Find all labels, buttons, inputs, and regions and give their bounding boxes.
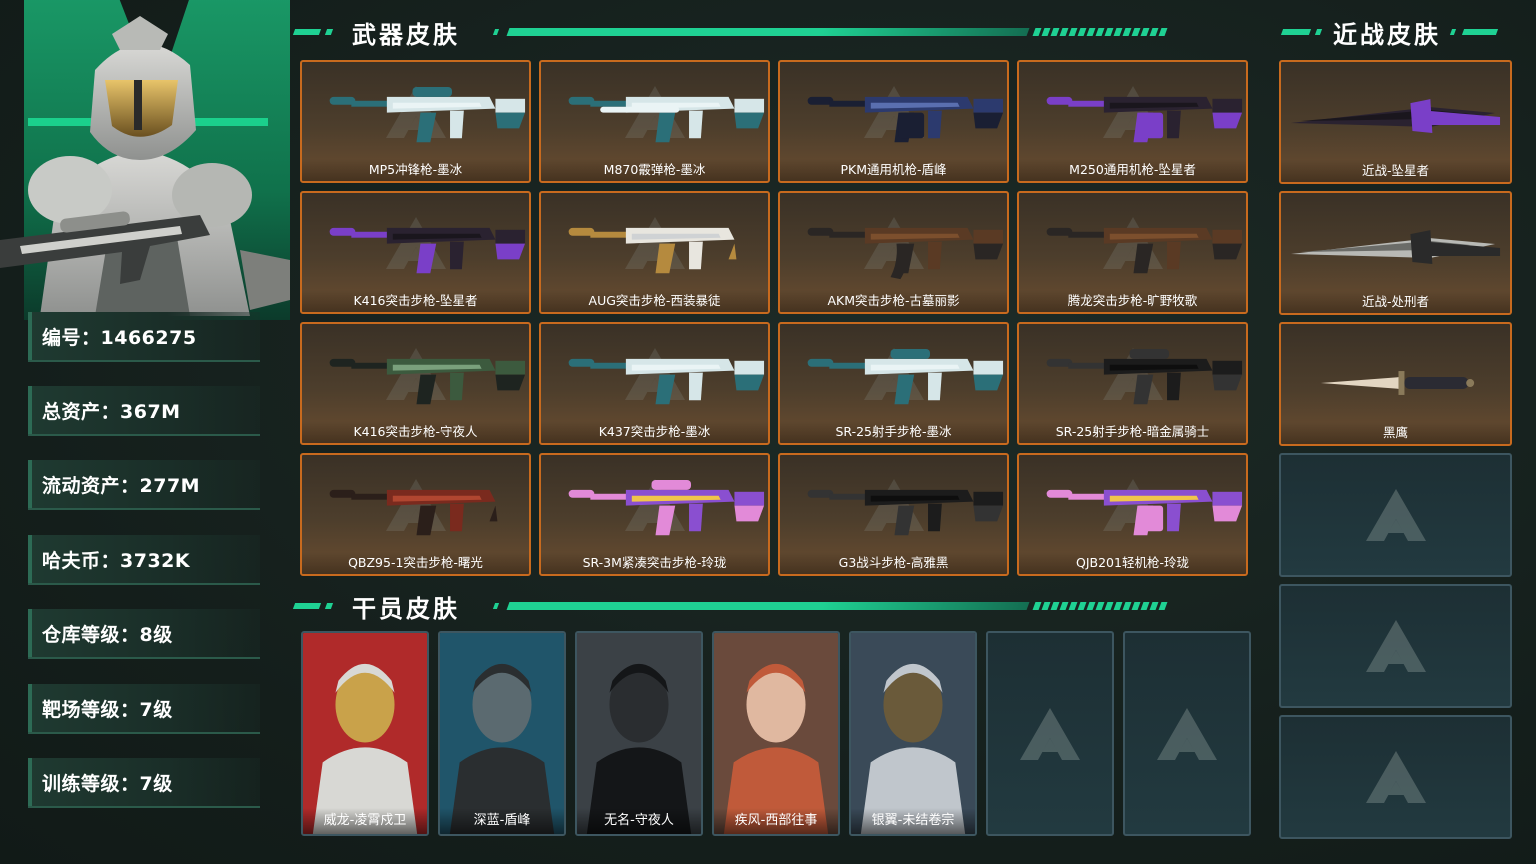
weapon-skin-card[interactable]: K437突击步枪-墨冰: [539, 322, 770, 445]
stat-liquid-assets-text: 流动资产：277M: [42, 474, 201, 497]
operator-portrait-icon: [851, 633, 975, 834]
operators-section-header: 干员皮肤: [292, 588, 1246, 624]
stat-training-level: 训练等级：7级: [28, 758, 260, 808]
operator-portrait-icon: [577, 633, 701, 834]
weapon-skin-card[interactable]: K416突击步枪-守夜人: [300, 322, 531, 445]
melee-skin-card[interactable]: 近战-坠星者: [1279, 60, 1512, 184]
stat-havcoin: 哈夫币：3732K: [28, 535, 260, 585]
header-deco-left: [1280, 29, 1323, 35]
stat-id: 编号：1466275: [28, 312, 260, 362]
operator-portrait-icon: [440, 633, 564, 834]
stat-tick: [28, 758, 32, 806]
weapon-skin-card[interactable]: G3战斗步枪-高雅黑: [778, 453, 1009, 576]
weapon-skin-card[interactable]: QJB201轻机枪-玲珑: [1017, 453, 1248, 576]
delta-logo-watermark-icon: [1157, 707, 1217, 760]
weapon-skin-card[interactable]: 腾龙突击步枪-旷野牧歌: [1017, 191, 1248, 314]
weapon-skin-label: K416突击步枪-守夜人: [302, 421, 529, 443]
stat-tick: [28, 312, 32, 360]
empty-melee-slot: [1279, 453, 1512, 577]
stat-tick: [28, 535, 32, 583]
weapon-skin-card[interactable]: SR-3M紧凑突击步枪-玲珑: [539, 453, 770, 576]
stat-tick: [28, 460, 32, 508]
stat-tick: [28, 684, 32, 732]
weapon-skin-label: MP5冲锋枪-墨冰: [302, 159, 529, 181]
stat-range-level-text: 靶场等级：7级: [42, 698, 173, 721]
weapon-skin-label: M870霰弹枪-墨冰: [541, 159, 768, 181]
weapon-skin-label: M250通用机枪-坠星者: [1019, 159, 1246, 181]
weapon-skin-label: SR-25射手步枪-暗金属骑士: [1019, 421, 1246, 443]
operator-skin-label: 威龙-凌霄戍卫: [303, 808, 427, 834]
stat-havcoin-text: 哈夫币：3732K: [42, 549, 191, 572]
weapon-skin-label: QJB201轻机枪-玲珑: [1019, 552, 1246, 574]
weapon-skin-card[interactable]: AKM突击步枪-古墓丽影: [778, 191, 1009, 314]
weapon-skin-card[interactable]: K416突击步枪-坠星者: [300, 191, 531, 314]
operator-skin-card[interactable]: 银翼-未结卷宗: [849, 631, 977, 836]
weapon-skin-label: SR-3M紧凑突击步枪-玲珑: [541, 552, 768, 574]
weapon-skin-card[interactable]: M250通用机枪-坠星者: [1017, 60, 1248, 183]
empty-melee-slot: [1279, 715, 1512, 839]
melee-skin-card[interactable]: 黑鹰: [1279, 322, 1512, 446]
operator-skin-card[interactable]: 深蓝-盾峰: [438, 631, 566, 836]
operator-avatar-icon: [0, 16, 290, 316]
weapon-skin-label: 腾龙突击步枪-旷野牧歌: [1019, 290, 1246, 312]
stat-training-level-text: 训练等级：7级: [42, 772, 173, 795]
weapon-skin-label: QBZ95-1突击步枪-曙光: [302, 552, 529, 574]
stat-tick: [28, 386, 32, 434]
melee-skin-label: 近战-坠星者: [1281, 160, 1510, 182]
melee-skin-label: 近战-处刑者: [1281, 291, 1510, 313]
operator-portrait-icon: [714, 633, 838, 834]
stat-warehouse-level: 仓库等级：8级: [28, 609, 260, 659]
melee-section-title: 近战皮肤: [1333, 20, 1441, 49]
operator-skin-card[interactable]: 威龙-凌霄戍卫: [301, 631, 429, 836]
delta-logo-watermark-icon: [1365, 489, 1426, 541]
operator-skin-card[interactable]: 无名-守夜人: [575, 631, 703, 836]
weapon-skin-label: AKM突击步枪-古墓丽影: [780, 290, 1007, 312]
operator-skin-card[interactable]: 疾风-西部往事: [712, 631, 840, 836]
weapon-skin-label: AUG突击步枪-西装暴徒: [541, 290, 768, 312]
weapon-skin-label: SR-25射手步枪-墨冰: [780, 421, 1007, 443]
stat-range-level: 靶场等级：7级: [28, 684, 260, 734]
weapon-skin-label: PKM通用机枪-盾峰: [780, 159, 1007, 181]
weapons-section-header: 武器皮肤: [292, 14, 1246, 50]
header-deco-left: [292, 29, 334, 35]
weapon-skin-card[interactable]: PKM通用机枪-盾峰: [778, 60, 1009, 183]
weapon-skin-label: G3战斗步枪-高雅黑: [780, 552, 1007, 574]
weapon-skin-label: K437突击步枪-墨冰: [541, 421, 768, 443]
operator-skin-label: 银翼-未结卷宗: [851, 808, 975, 834]
stat-tick: [28, 609, 32, 657]
weapon-skin-card[interactable]: M870霰弹枪-墨冰: [539, 60, 770, 183]
melee-skin-card[interactable]: 近战-处刑者: [1279, 191, 1512, 315]
header-deco-left: [292, 603, 334, 609]
operator-portrait-icon: [303, 633, 427, 834]
weapon-skin-card[interactable]: MP5冲锋枪-墨冰: [300, 60, 531, 183]
weapon-skin-label: K416突击步枪-坠星者: [302, 290, 529, 312]
weapon-skin-card[interactable]: QBZ95-1突击步枪-曙光: [300, 453, 531, 576]
delta-logo-watermark-icon: [1365, 751, 1426, 803]
stat-id-text: 编号：1466275: [42, 326, 197, 349]
delta-logo-watermark-icon: [1365, 620, 1426, 672]
empty-operator-slot: [1123, 631, 1251, 836]
weapon-skin-card[interactable]: SR-25射手步枪-墨冰: [778, 322, 1009, 445]
stat-total-assets-text: 总资产：367M: [42, 400, 181, 423]
stat-warehouse-level-text: 仓库等级：8级: [42, 623, 173, 646]
operator-skin-label: 深蓝-盾峰: [440, 808, 564, 834]
weapon-skin-card[interactable]: SR-25射手步枪-暗金属骑士: [1017, 322, 1248, 445]
empty-operator-slot: [986, 631, 1114, 836]
delta-logo-watermark-icon: [1020, 707, 1080, 760]
operator-skin-label: 无名-守夜人: [577, 808, 701, 834]
empty-melee-slot: [1279, 584, 1512, 708]
melee-section-header: 近战皮肤: [1280, 14, 1512, 50]
operator-skin-label: 疾风-西部往事: [714, 808, 838, 834]
stat-liquid-assets: 流动资产：277M: [28, 460, 260, 510]
stat-total-assets: 总资产：367M: [28, 386, 260, 436]
melee-skin-label: 黑鹰: [1281, 422, 1510, 444]
operators-section-title: 干员皮肤: [352, 594, 460, 623]
weapons-section-title: 武器皮肤: [352, 20, 460, 49]
weapon-skin-card[interactable]: AUG突击步枪-西装暴徒: [539, 191, 770, 314]
profile-panel: 编号：1466275 总资产：367M 流动资产：277M 哈夫币：3732K …: [0, 0, 290, 864]
